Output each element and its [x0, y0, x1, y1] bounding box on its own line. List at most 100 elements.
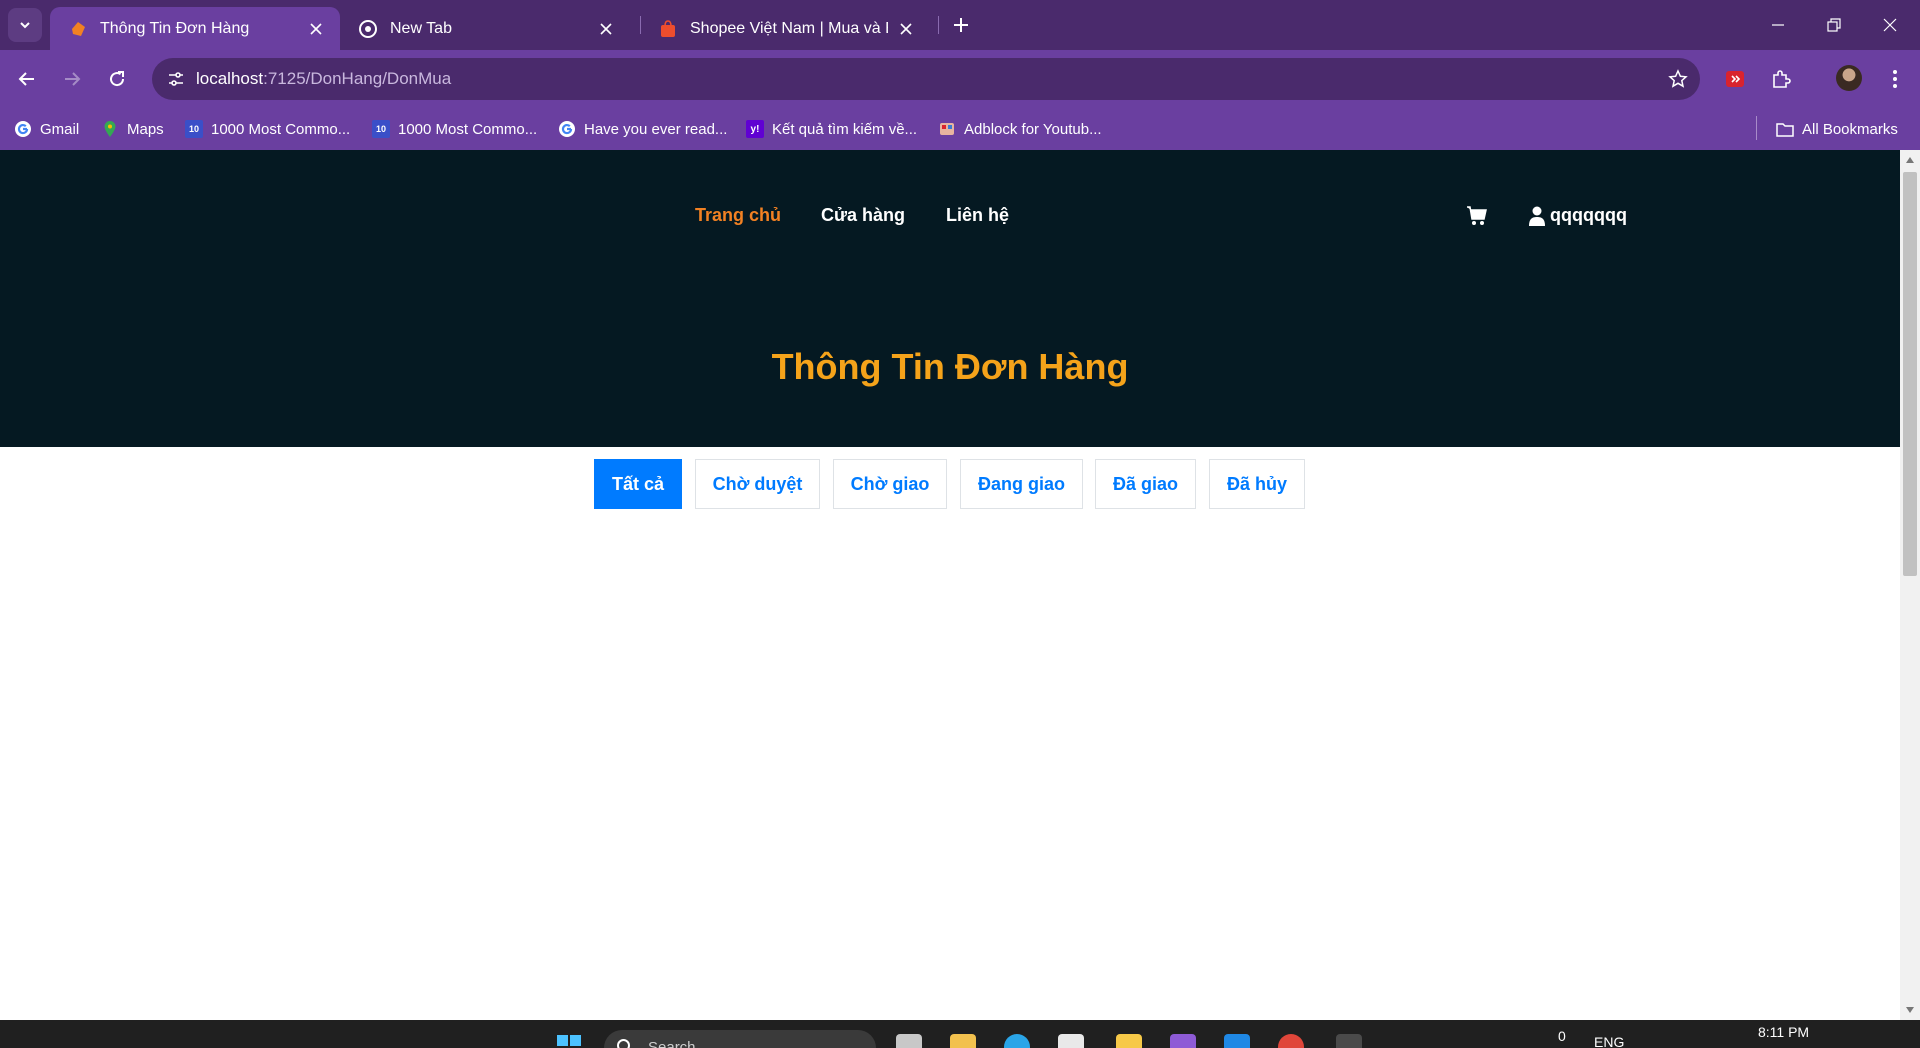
close-icon	[1883, 18, 1897, 32]
tab-title: New Tab	[390, 19, 452, 37]
address-bar[interactable]: localhost:7125/DonHang/DonMua	[152, 58, 1700, 100]
new-tab-button[interactable]	[948, 12, 974, 38]
1000-icon: 10	[372, 120, 390, 138]
chevron-down-icon	[20, 22, 30, 29]
bookmarks-bar: Gmail Maps 10 1000 Most Commo... 10 1000…	[0, 108, 1920, 150]
windows-logo-icon	[557, 1035, 581, 1046]
nav-contact[interactable]: Liên hệ	[946, 205, 1009, 226]
scroll-down-arrow[interactable]	[1900, 1002, 1920, 1018]
site-info-button[interactable]	[160, 63, 192, 95]
url-host: localhost	[196, 69, 264, 88]
user-icon	[1529, 206, 1545, 226]
bookmark-yahoo-search[interactable]: y! Kết quả tìm kiếm về...	[746, 118, 917, 140]
bookmark-maps[interactable]: Maps	[101, 118, 164, 140]
minimize-icon	[1772, 24, 1784, 26]
tab-new-tab[interactable]: New Tab	[340, 7, 630, 50]
back-button[interactable]	[8, 60, 46, 98]
bookmark-star-button[interactable]	[1666, 67, 1690, 91]
bookmark-have-you-ever-read[interactable]: Have you ever read...	[558, 118, 727, 140]
all-bookmarks-button[interactable]: All Bookmarks	[1776, 118, 1898, 140]
tab-search-button[interactable]	[8, 8, 42, 42]
page-scrollbar[interactable]	[1900, 150, 1920, 1020]
nav-shop[interactable]: Cửa hàng	[821, 205, 905, 226]
page-viewport: Trang chủ Cửa hàng Liên hệ qqqqqqq Thông…	[0, 150, 1900, 1020]
arrow-left-icon	[18, 72, 34, 86]
task-view-icon[interactable]	[896, 1034, 922, 1048]
search-icon	[617, 1039, 630, 1048]
notes-icon[interactable]	[1116, 1034, 1142, 1048]
chrome-taskbar-icon[interactable]	[1278, 1034, 1304, 1048]
start-button[interactable]	[556, 1034, 582, 1048]
google-icon	[558, 120, 576, 138]
filter-awaiting-delivery[interactable]: Chờ giao	[833, 459, 947, 509]
clock-time[interactable]: 8:11 PM	[1758, 1024, 1809, 1040]
scroll-thumb[interactable]	[1903, 172, 1917, 576]
folder-icon	[1776, 120, 1794, 138]
tab-shopee[interactable]: Shopee Việt Nam | Mua và Bán	[640, 7, 930, 50]
tab-orders[interactable]: Thông Tin Đơn Hàng	[50, 7, 340, 50]
filter-delivering[interactable]: Đang giao	[960, 459, 1083, 509]
taskbar-search[interactable]: Search	[604, 1030, 876, 1048]
bookmark-gmail[interactable]: Gmail	[14, 118, 79, 140]
puzzle-icon	[1773, 70, 1791, 88]
visual-studio-icon[interactable]	[1170, 1034, 1196, 1048]
reload-button[interactable]	[98, 60, 136, 98]
1000-icon: 10	[185, 120, 203, 138]
triangle-up-icon	[1906, 157, 1914, 163]
cart-button[interactable]	[1466, 205, 1488, 227]
restore-icon	[1827, 18, 1841, 32]
restore-button[interactable]	[1806, 0, 1862, 50]
filter-pending-approval[interactable]: Chờ duyệt	[695, 459, 820, 509]
arrow-right-icon	[65, 72, 81, 86]
extensions-menu-button[interactable]	[1766, 64, 1796, 94]
notification-count: 0	[1558, 1028, 1566, 1044]
window-close-button[interactable]	[1862, 0, 1918, 50]
adblock-icon	[938, 120, 956, 138]
vscode-icon[interactable]	[1224, 1034, 1250, 1048]
shopee-icon	[658, 19, 678, 39]
store-icon[interactable]	[1058, 1034, 1084, 1048]
browser-menu-button[interactable]	[1880, 64, 1910, 94]
maps-icon	[101, 120, 119, 138]
bookmark-adblock-youtube[interactable]: Adblock for Youtub...	[938, 118, 1102, 140]
bookmarks-separator	[1756, 116, 1757, 140]
close-icon[interactable]	[896, 19, 916, 39]
filter-all[interactable]: Tất cả	[594, 459, 682, 509]
windows-taskbar: Search 0 ENG 8:11 PM	[0, 1020, 1920, 1048]
browser-toolbar: localhost:7125/DonHang/DonMua	[0, 50, 1920, 108]
user-account-link[interactable]: qqqqqqq	[1528, 205, 1627, 226]
language-indicator[interactable]: ENG	[1594, 1034, 1624, 1048]
bookmark-1000-words[interactable]: 10 1000 Most Commo...	[185, 118, 350, 140]
more-vertical-icon	[1893, 70, 1897, 88]
tune-icon	[169, 72, 183, 86]
extension-button[interactable]	[1720, 64, 1750, 94]
tab-title: Thông Tin Đơn Hàng	[100, 19, 250, 37]
nav-home[interactable]: Trang chủ	[695, 205, 781, 226]
site-header: Trang chủ Cửa hàng Liên hệ qqqqqqq Thông…	[0, 150, 1900, 447]
page-title: Thông Tin Đơn Hàng	[771, 346, 1129, 387]
forward-button[interactable]	[53, 60, 91, 98]
plus-icon	[954, 18, 968, 32]
tab-separator	[938, 16, 939, 34]
shopping-cart-icon	[1467, 206, 1487, 225]
filter-cancelled[interactable]: Đã hủy	[1209, 459, 1305, 509]
extension-red-icon	[1726, 71, 1744, 87]
close-icon[interactable]	[306, 19, 326, 39]
filter-delivered[interactable]: Đã giao	[1095, 459, 1196, 509]
profile-avatar[interactable]	[1836, 65, 1862, 91]
scroll-up-arrow[interactable]	[1900, 152, 1920, 168]
triangle-down-icon	[1906, 1007, 1914, 1013]
terminal-icon[interactable]	[1336, 1034, 1362, 1048]
bookmark-1000-words-2[interactable]: 10 1000 Most Commo...	[372, 118, 537, 140]
url-text[interactable]: localhost:7125/DonHang/DonMua	[196, 69, 451, 89]
file-explorer-icon[interactable]	[950, 1034, 976, 1048]
google-icon	[14, 120, 32, 138]
close-icon[interactable]	[596, 19, 616, 39]
minimize-button[interactable]	[1750, 0, 1806, 50]
edge-icon[interactable]	[1004, 1034, 1030, 1048]
orange-logo-icon	[68, 19, 88, 39]
username: qqqqqqq	[1550, 205, 1627, 225]
yahoo-icon: y!	[746, 120, 764, 138]
reload-icon	[110, 71, 125, 87]
star-icon	[1668, 69, 1688, 88]
